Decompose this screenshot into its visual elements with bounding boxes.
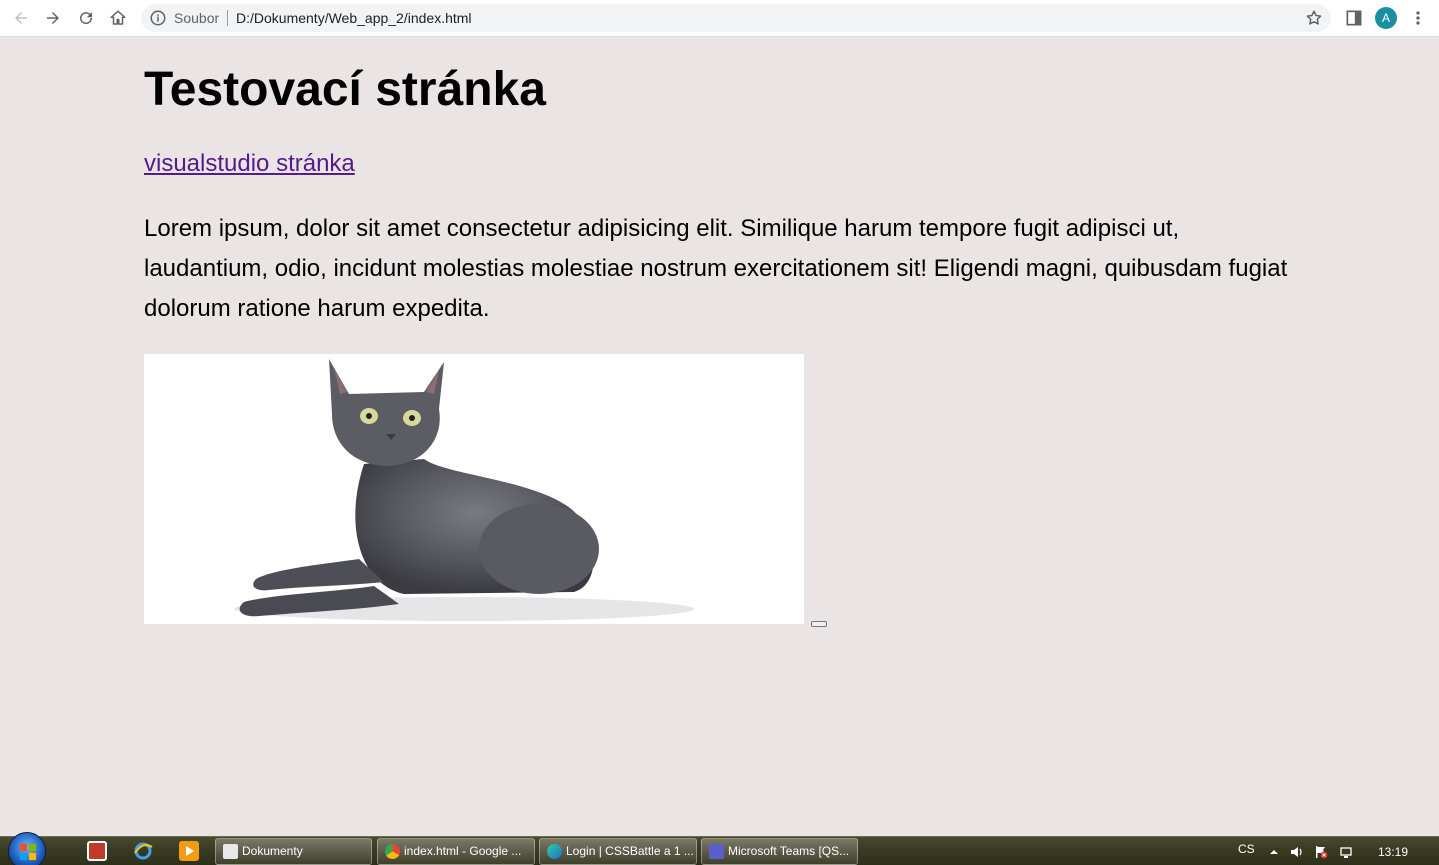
back-button[interactable] <box>8 5 34 31</box>
windows-logo-icon <box>19 843 37 861</box>
forward-button[interactable] <box>40 5 66 31</box>
arrow-left-icon <box>15 12 27 24</box>
lorem-paragraph: Lorem ipsum, dolor sit amet consectetur … <box>144 215 1288 322</box>
url-scheme-label: Soubor <box>174 10 220 26</box>
visualstudio-link[interactable]: visualstudio stránka <box>144 150 355 178</box>
edge-icon <box>547 844 562 859</box>
taskbar-item-dokumenty[interactable]: Dokumenty <box>215 838 372 865</box>
taskbar-item-label: Dokumenty <box>242 844 303 858</box>
info-icon[interactable] <box>149 9 167 27</box>
home-icon <box>110 10 126 25</box>
network-icon[interactable] <box>1339 845 1353 859</box>
star-icon[interactable] <box>1305 9 1323 27</box>
page-title: Testovací stránka <box>144 63 546 116</box>
taskbar-item-teams[interactable]: Microsoft Teams [QS... <box>701 838 858 865</box>
volume-icon[interactable] <box>1290 845 1304 859</box>
folder-icon <box>223 844 238 859</box>
chrome-icon <box>385 844 400 859</box>
taskbar-item-label: index.html - Google ... <box>404 844 522 858</box>
more-menu-icon[interactable] <box>1408 8 1428 28</box>
show-hidden-icons-icon[interactable] <box>1267 845 1281 859</box>
profile-avatar[interactable]: A <box>1375 7 1397 29</box>
media-player-icon[interactable] <box>179 841 199 861</box>
clock[interactable]: 13:19 <box>1378 845 1408 859</box>
url-text[interactable]: D:/Dokumenty/Web_app_2/index.html <box>236 10 472 26</box>
recorder-icon[interactable] <box>87 841 107 861</box>
teams-icon <box>709 844 724 859</box>
browser-toolbar: Soubor D:/Dokumenty/Web_app_2/index.html… <box>0 0 1439 37</box>
small-button[interactable] <box>811 621 827 627</box>
internet-explorer-icon[interactable] <box>133 841 153 861</box>
taskbar: Dokumenty index.html - Google ... Login … <box>0 832 1439 865</box>
arrow-right-icon <box>47 12 59 24</box>
address-bar[interactable]: Soubor D:/Dokumenty/Web_app_2/index.html <box>141 4 1331 32</box>
taskbar-item-label: Login | CSSBattle a 1 ... <box>566 844 694 858</box>
cat-image <box>144 354 804 624</box>
reload-button[interactable] <box>73 5 99 31</box>
cat-illustration <box>234 359 694 621</box>
taskbar-item-chrome[interactable]: index.html - Google ... <box>377 838 535 865</box>
language-indicator[interactable]: CS <box>1238 842 1255 856</box>
reload-icon <box>80 12 93 25</box>
taskbar-item-edge[interactable]: Login | CSSBattle a 1 ... <box>539 838 697 865</box>
taskbar-item-label: Microsoft Teams [QS... <box>728 844 850 858</box>
start-button[interactable] <box>8 832 46 865</box>
side-panel-icon[interactable] <box>1344 8 1364 28</box>
url-separator <box>227 10 228 26</box>
action-center-flag-icon[interactable] <box>1314 845 1328 859</box>
home-button[interactable] <box>105 5 131 31</box>
